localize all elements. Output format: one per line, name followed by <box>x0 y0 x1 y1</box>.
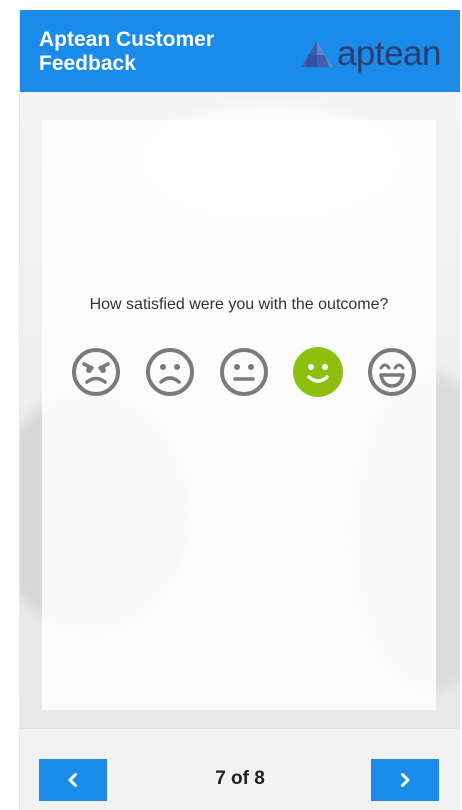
survey-content: How satisfied were you with the outcome? <box>20 92 460 728</box>
chevron-left-icon <box>68 773 77 787</box>
aptean-logo-icon <box>300 41 333 67</box>
previous-button[interactable] <box>39 759 107 801</box>
survey-frame: Aptean Customer Feedback aptean How sati… <box>19 10 460 810</box>
rating-option-5[interactable] <box>366 346 418 398</box>
rating-option-3[interactable] <box>218 346 270 398</box>
next-button[interactable] <box>371 759 439 801</box>
rating-options <box>70 346 420 400</box>
chevron-right-icon <box>401 773 410 787</box>
grinning-face-icon <box>368 348 416 396</box>
angry-face-icon <box>72 348 120 396</box>
rating-option-1[interactable] <box>70 346 122 398</box>
page-title: Aptean Customer Feedback <box>39 28 215 75</box>
rating-option-2[interactable] <box>144 346 196 398</box>
smiling-face-icon <box>293 347 343 397</box>
page-indicator: 7 of 8 <box>215 768 265 789</box>
aptean-logo: aptean <box>299 34 442 73</box>
frowning-face-icon <box>146 348 194 396</box>
logo-text: aptean <box>336 34 442 73</box>
rating-option-4-selected[interactable] <box>292 346 344 398</box>
question-text: How satisfied were you with the outcome? <box>89 296 389 313</box>
neutral-face-icon <box>220 348 268 396</box>
header: Aptean Customer Feedback aptean <box>20 10 460 92</box>
pagination-footer: 7 of 8 <box>20 728 460 810</box>
question-card: How satisfied were you with the outcome? <box>42 120 436 710</box>
